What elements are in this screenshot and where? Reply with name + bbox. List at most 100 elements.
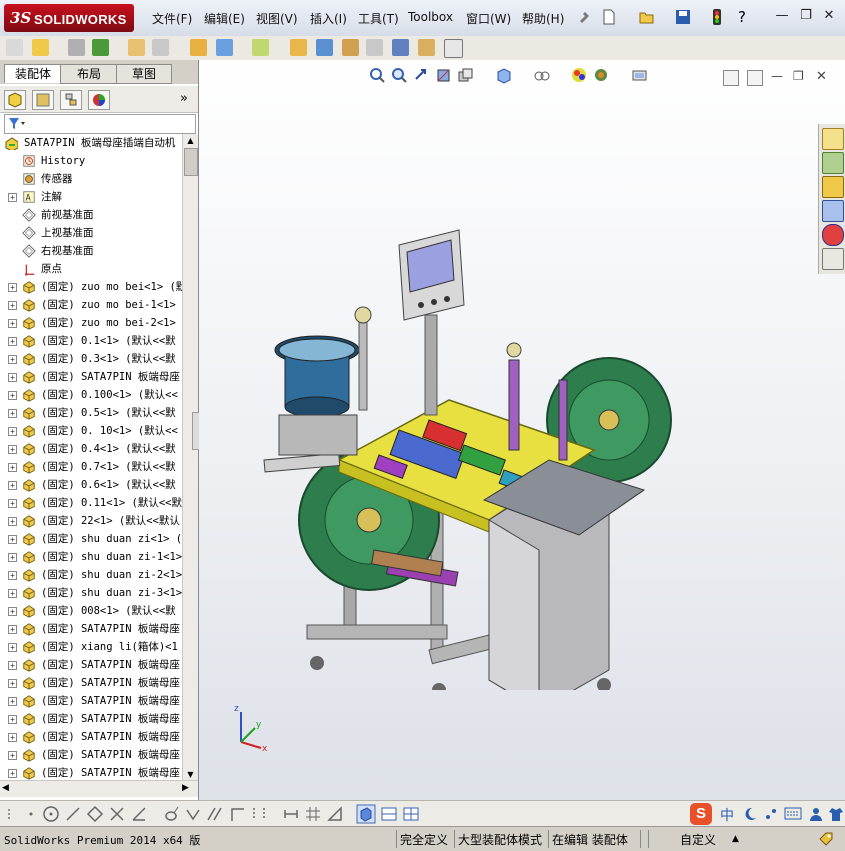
expand-toggle-icon[interactable]: + — [8, 499, 17, 508]
expand-toggle-icon[interactable]: + — [8, 715, 17, 724]
instant3d-icon[interactable] — [444, 39, 463, 58]
home-icon[interactable] — [822, 128, 844, 150]
corner-icon[interactable] — [228, 805, 246, 823]
document-restore-button[interactable]: ❐ — [793, 69, 807, 83]
parallel-lines-icon[interactable] — [206, 805, 224, 823]
restore-button[interactable]: ❐ — [798, 9, 814, 23]
tree-item[interactable]: 传感器 — [0, 170, 182, 188]
reference-geometry-icon[interactable] — [252, 39, 269, 56]
feature-manager-icon[interactable] — [4, 90, 26, 110]
help-icon[interactable]: ? — [738, 8, 756, 26]
solidworks-logo[interactable]: 3S SOLIDWORKS — [4, 4, 134, 32]
tree-item[interactable]: + (固定) zuo mo bei<1> (默 — [0, 278, 182, 296]
user-icon[interactable] — [808, 806, 824, 822]
expand-toggle-icon[interactable]: + — [8, 625, 17, 634]
hide-show-items-icon[interactable] — [533, 67, 550, 84]
tree-item[interactable]: 原点 — [0, 260, 182, 278]
component-pattern-icon[interactable] — [128, 39, 145, 56]
expand-toggle-icon[interactable]: + — [8, 445, 17, 454]
tree-item[interactable]: + (固定) 0.7<1> (默认<<默 — [0, 458, 182, 476]
document-minimize-button[interactable]: — — [771, 69, 785, 83]
graphics-area[interactable]: — ❐ ✕ z y x — [199, 60, 845, 800]
tree-filter-input[interactable] — [4, 114, 196, 134]
shirt-icon[interactable] — [828, 806, 844, 822]
expand-toggle-icon[interactable]: + — [8, 427, 17, 436]
bill-of-materials-icon[interactable] — [316, 39, 333, 56]
close-button[interactable]: ✕ — [821, 9, 837, 23]
zoom-to-area-icon[interactable] — [391, 67, 408, 84]
tree-item[interactable]: + (固定) SATA7PIN 板端母座 — [0, 620, 182, 638]
tree-item[interactable]: + (固定) xiang li(箱体)<1 — [0, 638, 182, 656]
save-icon[interactable] — [674, 8, 692, 26]
dimension-icon[interactable] — [282, 805, 300, 823]
expand-toggle-icon[interactable]: + — [8, 697, 17, 706]
ime-logo[interactable]: S — [690, 803, 712, 825]
scroll-thumb[interactable] — [184, 148, 198, 176]
expand-toggle-icon[interactable]: + — [8, 481, 17, 490]
edit-appearance-icon[interactable] — [571, 67, 588, 84]
tree-item[interactable]: + (固定) 0.5<1> (默认<<默 — [0, 404, 182, 422]
units-dropdown-icon[interactable]: ▲ — [732, 834, 739, 844]
assembly-features-icon[interactable] — [216, 39, 233, 56]
interference-detection-icon[interactable] — [392, 39, 409, 56]
expand-toggle-icon[interactable]: + — [8, 733, 17, 742]
explode-line-icon[interactable] — [366, 39, 383, 56]
menu-item[interactable]: 视图(V) — [256, 10, 298, 27]
tree-item[interactable]: + (固定) SATA7PIN 板端母座 — [0, 674, 182, 692]
tree-item[interactable]: + (固定) 0.4<1> (默认<<默 — [0, 440, 182, 458]
expand-toggle-icon[interactable]: + — [8, 751, 17, 760]
expand-toggle-icon[interactable]: + — [8, 643, 17, 652]
grid-icon[interactable] — [304, 805, 322, 823]
expand-toggle-icon[interactable]: + — [8, 337, 17, 346]
tree-item[interactable]: + (固定) 0.3<1> (默认<<默 — [0, 350, 182, 368]
shaded-cube-icon[interactable] — [356, 804, 376, 824]
menu-item[interactable]: 编辑(E) — [204, 10, 245, 27]
expand-toggle-icon[interactable]: + — [8, 463, 17, 472]
tree-item[interactable]: + (固定) 0.6<1> (默认<<默 — [0, 476, 182, 494]
expand-panel-icon[interactable]: » — [180, 91, 188, 106]
expand-toggle-icon[interactable]: + — [8, 571, 17, 580]
open-folder-icon[interactable] — [638, 8, 656, 26]
custom-properties-icon[interactable] — [822, 248, 844, 270]
new-document-icon[interactable] — [600, 8, 618, 26]
expand-toggle-icon[interactable]: + — [8, 409, 17, 418]
scroll-right-icon[interactable]: ▶ — [182, 783, 189, 793]
view-orientation-icon[interactable] — [457, 67, 474, 84]
section-view-icon[interactable] — [435, 67, 452, 84]
scroll-down-icon[interactable]: ▼ — [185, 770, 196, 780]
tree-horizontal-scrollbar[interactable]: ◀ ▶ — [0, 780, 198, 797]
menu-item[interactable]: Toolbox — [408, 10, 453, 24]
property-manager-icon[interactable] — [32, 90, 54, 110]
exploded-view-icon[interactable] — [342, 39, 359, 56]
configuration-manager-icon[interactable] — [60, 90, 82, 110]
expand-toggle-icon[interactable]: + — [8, 553, 17, 562]
rebuild-traffic-light-icon[interactable] — [710, 8, 724, 26]
tree-item[interactable]: + (固定) shu duan zi-2<1> — [0, 566, 182, 584]
polygon-icon[interactable] — [86, 805, 104, 823]
menu-item[interactable]: 文件(F) — [152, 10, 192, 27]
document-close-button[interactable]: ✕ — [816, 69, 830, 84]
triangle-icon[interactable] — [326, 805, 344, 823]
tab-layout[interactable]: 布局 — [60, 64, 118, 84]
tree-vertical-scrollbar[interactable]: ▲ ▼ — [182, 134, 198, 784]
display-manager-icon[interactable] — [88, 90, 110, 110]
clearance-icon[interactable] — [418, 39, 435, 56]
menu-item[interactable]: 工具(T) — [358, 10, 399, 27]
viewport-split-vertical-icon[interactable] — [747, 70, 763, 86]
tab-sketch[interactable]: 草图 — [116, 64, 172, 84]
tab-assembly[interactable]: 装配体 — [4, 64, 62, 83]
tree-item[interactable]: History — [0, 152, 182, 170]
point-icon[interactable] — [24, 807, 38, 821]
ellipse-icon[interactable] — [162, 805, 180, 823]
expand-toggle-icon[interactable]: + — [8, 607, 17, 616]
show-hidden-icon[interactable] — [190, 39, 207, 56]
tree-item[interactable]: + (固定) 008<1> (默认<<默 — [0, 602, 182, 620]
expand-toggle-icon[interactable]: + — [8, 517, 17, 526]
view-palette-icon[interactable] — [822, 200, 844, 222]
scroll-up-icon[interactable]: ▲ — [185, 136, 196, 146]
tree-item[interactable]: 前视基准面 — [0, 206, 182, 224]
x-icon[interactable] — [108, 805, 126, 823]
menu-item[interactable]: 窗口(W) — [466, 10, 511, 27]
expand-toggle-icon[interactable]: + — [8, 193, 17, 202]
expand-toggle-icon[interactable]: + — [8, 301, 17, 310]
